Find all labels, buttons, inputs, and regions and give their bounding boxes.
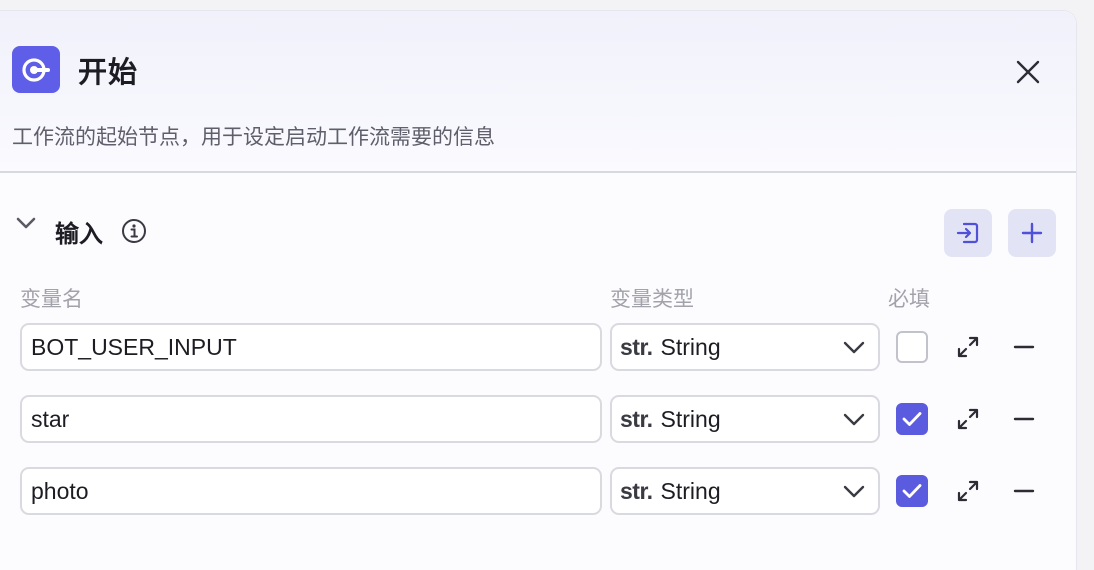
required-checkbox[interactable] [896, 331, 928, 363]
variable-type-select[interactable]: str. String [610, 323, 880, 371]
node-description: 工作流的起始节点，用于设定启动工作流需要的信息 [12, 125, 495, 149]
expand-icon [957, 336, 979, 358]
remove-variable-button[interactable] [1010, 333, 1038, 361]
chevron-down-icon [843, 341, 865, 354]
type-label: String [660, 333, 721, 360]
variable-name-input[interactable] [20, 467, 602, 515]
variable-type-select[interactable]: str. String [610, 467, 880, 515]
minus-icon [1013, 417, 1035, 421]
type-prefix: str. [620, 333, 653, 360]
type-prefix: str. [620, 477, 653, 504]
variable-row: str. String [0, 467, 1077, 517]
checkmark-icon [902, 412, 922, 426]
start-node-panel: 开始 工作流的起始节点，用于设定启动工作流需要的信息 输入 变量名 变量类型 必… [0, 10, 1077, 570]
plus-icon [1021, 222, 1043, 244]
expand-button[interactable] [954, 333, 982, 361]
chevron-down-icon [843, 485, 865, 498]
add-variable-button[interactable] [1008, 209, 1056, 257]
type-label: String [660, 405, 721, 432]
column-header-name: 变量名 [20, 287, 83, 311]
type-prefix: str. [620, 405, 653, 432]
remove-variable-button[interactable] [1010, 405, 1038, 433]
required-checkbox[interactable] [896, 475, 928, 507]
variable-name-input[interactable] [20, 323, 602, 371]
node-title: 开始 [78, 55, 139, 89]
variable-name-input[interactable] [20, 395, 602, 443]
import-variables-button[interactable] [944, 209, 992, 257]
column-header-required: 必填 [888, 287, 930, 311]
variable-row: str. String [0, 323, 1077, 373]
checkmark-icon [902, 484, 922, 498]
node-header: 开始 工作流的起始节点，用于设定启动工作流需要的信息 [0, 11, 1076, 173]
variable-row: str. String [0, 395, 1077, 445]
start-node-icon [12, 46, 60, 93]
type-label: String [660, 477, 721, 504]
expand-icon [957, 408, 979, 430]
expand-button[interactable] [954, 477, 982, 505]
expand-icon [957, 480, 979, 502]
chevron-down-icon [16, 217, 36, 229]
variable-type-select[interactable]: str. String [610, 395, 880, 443]
info-icon[interactable] [121, 218, 147, 244]
close-icon [1016, 60, 1040, 84]
column-header-type: 变量类型 [610, 287, 694, 311]
minus-icon [1013, 345, 1035, 349]
remove-variable-button[interactable] [1010, 477, 1038, 505]
close-button[interactable] [1011, 55, 1045, 89]
expand-button[interactable] [954, 405, 982, 433]
chevron-down-icon [843, 413, 865, 426]
minus-icon [1013, 489, 1035, 493]
required-checkbox[interactable] [896, 403, 928, 435]
import-icon [956, 222, 979, 244]
collapse-inputs-button[interactable] [14, 211, 38, 235]
inputs-section-title: 输入 [55, 220, 103, 248]
